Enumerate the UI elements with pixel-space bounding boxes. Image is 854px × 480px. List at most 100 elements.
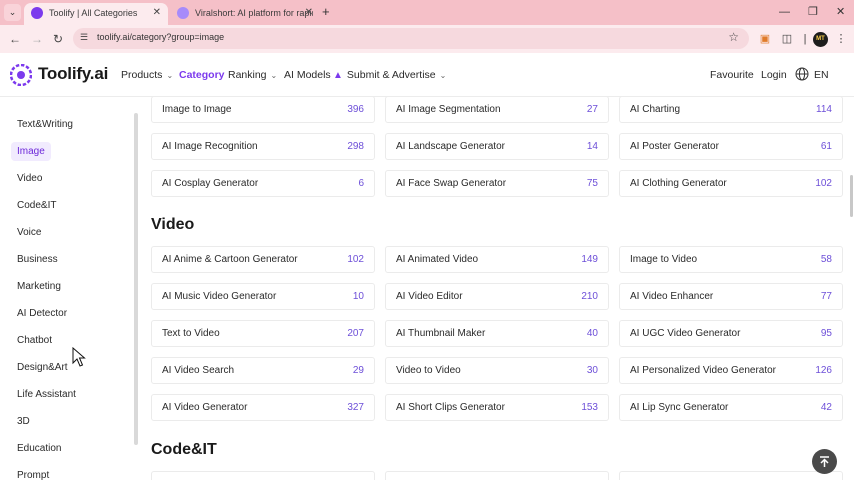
forward-icon[interactable]: →: [31, 31, 43, 47]
sidebar-item-education[interactable]: Education: [17, 443, 61, 454]
category-count: 29: [352, 365, 364, 376]
category-name: AI Personalized Video Generator: [630, 365, 777, 376]
sidebar-scrollbar[interactable]: [134, 113, 138, 445]
profile-avatar[interactable]: MT: [813, 32, 828, 47]
category-card[interactable]: Image to Image 396: [151, 97, 375, 123]
bookmark-star-icon[interactable]: ☆: [728, 30, 739, 44]
category-name: Image to Image: [162, 104, 232, 115]
category-name: AI Image Segmentation: [396, 104, 501, 115]
category-card[interactable]: AI Animated Video 149: [385, 246, 609, 273]
category-card[interactable]: [619, 471, 843, 480]
category-card[interactable]: Video to Video 30: [385, 357, 609, 384]
category-count: 114: [816, 104, 832, 115]
category-card[interactable]: AI Cosplay Generator 6: [151, 170, 375, 197]
category-card[interactable]: AI Personalized Video Generator 126: [619, 357, 843, 384]
sidebar-item-design-art[interactable]: Design&Art: [17, 362, 68, 373]
category-card[interactable]: AI Anime & Cartoon Generator 102: [151, 246, 375, 273]
page-scrollbar[interactable]: [850, 175, 853, 217]
sidebar-item-3d[interactable]: 3D: [17, 416, 30, 427]
category-card[interactable]: AI Poster Generator 61: [619, 133, 843, 160]
sidebar-item-code-it[interactable]: Code&IT: [17, 200, 56, 211]
address-bar[interactable]: ☰ toolify.ai/category?group=image ☆: [73, 28, 749, 49]
language-select[interactable]: EN: [814, 69, 829, 81]
category-count: 210: [581, 291, 598, 302]
nav-ranking[interactable]: Ranking ⌄: [228, 69, 277, 81]
category-card[interactable]: AI UGC Video Generator 95: [619, 320, 843, 347]
category-card[interactable]: AI Video Editor 210: [385, 283, 609, 310]
globe-icon[interactable]: [795, 67, 809, 81]
category-count: 95: [820, 328, 832, 339]
category-count: 30: [586, 365, 598, 376]
nav-submit-advertise[interactable]: ▲ Submit & Advertise ⌄: [333, 69, 446, 81]
toolify-logo-icon[interactable]: [10, 64, 32, 86]
sidebar-item-ai-detector[interactable]: AI Detector: [17, 308, 67, 319]
sidebar-item-chatbot[interactable]: Chatbot: [17, 335, 52, 346]
category-card[interactable]: AI Music Video Generator 10: [151, 283, 375, 310]
site-info-icon[interactable]: ☰: [80, 32, 88, 43]
extension-icon[interactable]: ▣: [758, 32, 772, 46]
category-count: 10: [352, 291, 364, 302]
reload-icon[interactable]: ↻: [53, 31, 63, 47]
browser-tab-bar: ⌄ Toolify | All Categories ✕ Viralshort:…: [0, 0, 854, 25]
category-content: Video Code&IT Image to Image 396 AI Image …: [140, 97, 854, 480]
close-tab-icon[interactable]: ✕: [153, 3, 161, 23]
login-link[interactable]: Login: [761, 69, 787, 81]
sidebar-item-video[interactable]: Video: [17, 173, 42, 184]
category-count: 77: [820, 291, 832, 302]
back-icon[interactable]: ←: [9, 31, 21, 47]
category-card[interactable]: [385, 471, 609, 480]
tab-viralshort[interactable]: Viralshort: AI platform for rapid ✕: [170, 3, 320, 25]
category-count: 327: [347, 402, 364, 413]
sidebar-item-life-assistant[interactable]: Life Assistant: [17, 389, 76, 400]
category-card[interactable]: AI Video Enhancer 77: [619, 283, 843, 310]
back-to-top-button[interactable]: [812, 449, 837, 474]
nav-label: Products: [121, 69, 163, 81]
tab-toolify[interactable]: Toolify | All Categories ✕: [24, 3, 168, 25]
nav-products[interactable]: Products ⌄: [121, 69, 173, 81]
category-card[interactable]: [151, 471, 375, 480]
sidebar-item-business[interactable]: Business: [17, 254, 58, 265]
category-name: AI Video Editor: [396, 291, 463, 302]
mouse-cursor-icon: [72, 347, 86, 367]
category-card[interactable]: AI Thumbnail Maker 40: [385, 320, 609, 347]
sidebar-item-text-writing[interactable]: Text&Writing: [17, 119, 73, 130]
category-card[interactable]: Image to Video 58: [619, 246, 843, 273]
minimize-icon[interactable]: —: [779, 4, 790, 20]
sidebar-item-image[interactable]: Image: [11, 142, 51, 161]
category-card[interactable]: AI Image Segmentation 27: [385, 97, 609, 123]
restore-icon[interactable]: ❐: [808, 4, 818, 20]
category-name: AI Clothing Generator: [630, 178, 727, 189]
category-name: AI Cosplay Generator: [162, 178, 259, 189]
sidebar-item-prompt[interactable]: Prompt: [17, 470, 49, 480]
logo-text[interactable]: Toolify.ai: [38, 64, 108, 84]
category-name: AI Landscape Generator: [396, 141, 505, 152]
tab-search-icon[interactable]: ⌄: [4, 4, 21, 21]
kebab-menu-icon[interactable]: ⋮: [834, 32, 848, 46]
category-card[interactable]: AI Clothing Generator 102: [619, 170, 843, 197]
plus-icon[interactable]: +: [322, 4, 330, 20]
sidebar-item-marketing[interactable]: Marketing: [17, 281, 61, 292]
toolify-favicon-icon: [31, 7, 43, 19]
sidebar-item-voice[interactable]: Voice: [17, 227, 41, 238]
url-text[interactable]: toolify.ai/category?group=image: [97, 32, 224, 42]
category-card[interactable]: AI Video Search 29: [151, 357, 375, 384]
category-name: Text to Video: [162, 328, 220, 339]
favourite-link[interactable]: Favourite: [710, 69, 754, 81]
category-card[interactable]: AI Image Recognition 298: [151, 133, 375, 160]
category-card[interactable]: AI Video Generator 327: [151, 394, 375, 421]
close-tab-icon[interactable]: ✕: [305, 3, 313, 23]
nav-ai-models[interactable]: AI Models: [284, 69, 331, 81]
category-card[interactable]: Text to Video 207: [151, 320, 375, 347]
category-card[interactable]: AI Charting 114: [619, 97, 843, 123]
nav-category[interactable]: Category: [179, 69, 225, 81]
category-card[interactable]: AI Face Swap Generator 75: [385, 170, 609, 197]
category-count: 14: [586, 141, 598, 152]
divider: |: [803, 33, 807, 45]
category-card[interactable]: AI Landscape Generator 14: [385, 133, 609, 160]
category-card[interactable]: AI Lip Sync Generator 42: [619, 394, 843, 421]
category-card[interactable]: AI Short Clips Generator 153: [385, 394, 609, 421]
close-window-icon[interactable]: ✕: [836, 4, 845, 20]
puzzle-extensions-icon[interactable]: ◫: [780, 32, 794, 46]
section-title-code-it: Code&IT: [151, 441, 217, 458]
category-name: AI Lip Sync Generator: [630, 402, 729, 413]
